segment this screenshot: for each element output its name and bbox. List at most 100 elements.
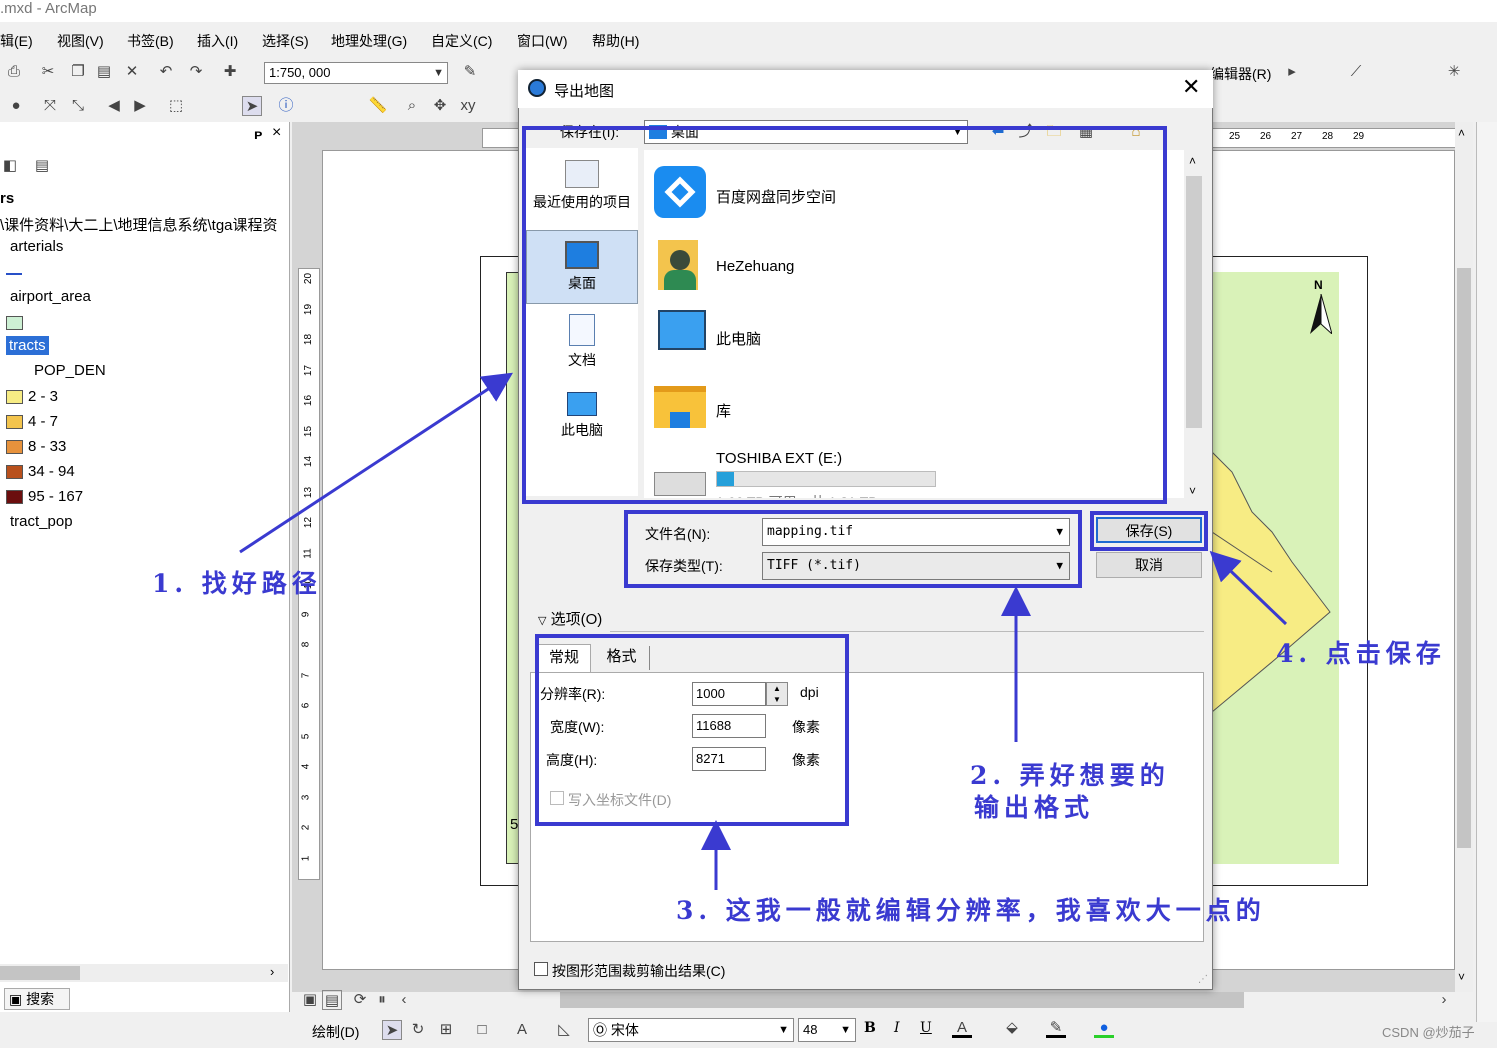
scrollbar-thumb[interactable]	[0, 966, 80, 980]
go-to-xy-icon[interactable]: ✥	[430, 96, 450, 116]
resize-grip-icon[interactable]: ⋰	[1198, 974, 1208, 985]
globe-icon[interactable]: ●	[6, 96, 26, 116]
chevron-down-icon[interactable]: ˅	[1189, 484, 1196, 498]
draw-menu[interactable]: 绘制(D)	[312, 1022, 359, 1042]
north-arrow-icon: N	[1308, 278, 1334, 336]
toc-hscrollbar[interactable]: ›	[0, 964, 288, 982]
rotate-icon[interactable]: ↻	[408, 1020, 428, 1040]
chevron-down-icon[interactable]: ▼	[840, 1019, 851, 1041]
xy-icon[interactable]: xy	[458, 96, 478, 116]
layer-tracts[interactable]: tracts	[6, 336, 49, 355]
class-swatch-5	[6, 490, 23, 504]
select-elements-icon[interactable]: ➤	[242, 96, 262, 116]
identify-icon[interactable]: ⓘ	[276, 96, 296, 116]
clip-output-checkbox[interactable]	[534, 962, 548, 976]
menu-customize[interactable]: 自定义(C)	[431, 31, 492, 51]
options-toggle[interactable]: ▽ 选项(O)	[538, 608, 602, 629]
back-extent-icon[interactable]: ◀	[104, 96, 124, 116]
chevron-up-icon[interactable]: ˄	[1458, 126, 1465, 140]
line-color-icon[interactable]: ✎	[1046, 1018, 1066, 1038]
ruler-tick-label: 1	[300, 855, 312, 861]
select-elements-icon[interactable]: ➤	[382, 1020, 402, 1040]
layer-airport-area[interactable]: airport_area	[10, 288, 91, 305]
menu-help[interactable]: 帮助(H)	[592, 31, 639, 51]
data-view-icon[interactable]: ▣	[300, 990, 320, 1010]
font-size-select[interactable]: 48 ▼	[798, 1018, 856, 1042]
marker-color-icon[interactable]: ●	[1094, 1018, 1114, 1038]
chevron-down-icon[interactable]: ˅	[1458, 970, 1465, 984]
copy-icon[interactable]: ❐	[68, 62, 88, 82]
font-name-value: 宋体	[610, 1022, 639, 1038]
layer-tract-pop[interactable]: tract_pop	[10, 513, 73, 530]
window-title: .mxd - ArcMap	[0, 0, 1497, 22]
scrollbar-thumb[interactable]	[1457, 268, 1471, 848]
fill-color-icon[interactable]: ⬙	[1002, 1018, 1022, 1038]
select-features-icon[interactable]: ⬚	[166, 96, 186, 116]
cancel-button[interactable]: 取消	[1096, 552, 1202, 578]
close-icon[interactable]: ✕	[1182, 74, 1200, 100]
ruler-tick-label: 11	[302, 547, 314, 559]
zoom-whole-page-icon[interactable]: ⊞	[436, 1020, 456, 1040]
chevron-down-icon[interactable]: ▼	[778, 1019, 789, 1041]
find-icon[interactable]: ⌕	[402, 96, 422, 116]
underline-button[interactable]: U	[920, 1020, 932, 1036]
class-label: 34 - 94	[28, 463, 75, 480]
file-list-scrollbar[interactable]: ˄ ˅	[1184, 150, 1204, 502]
refresh-icon[interactable]: ⟳	[350, 990, 370, 1010]
menu-edit[interactable]: 辑(E)	[0, 31, 33, 51]
chevron-up-icon[interactable]: ˄	[1189, 154, 1196, 168]
chevron-right-icon[interactable]: ›	[270, 964, 274, 979]
search-tab[interactable]: ▣ 搜索	[4, 988, 70, 1010]
chevron-right-icon[interactable]: ›	[1434, 990, 1454, 1010]
bold-button[interactable]: B	[864, 1020, 876, 1036]
forward-extent-icon[interactable]: ▶	[130, 96, 150, 116]
rectangle-icon[interactable]: □	[472, 1020, 492, 1040]
ruler-tick-label: 20	[303, 272, 315, 285]
font-color-icon[interactable]: A	[952, 1018, 972, 1038]
airport-area-symbol	[6, 316, 23, 330]
highlight-save-box	[1090, 511, 1208, 551]
zoom-out-fixed-icon[interactable]: ⤡	[68, 96, 88, 116]
list-by-source-icon[interactable]: ▤	[32, 156, 52, 176]
ruler-tick-label: 2	[300, 824, 312, 831]
pause-icon[interactable]: ⏸	[372, 990, 392, 1010]
editor-menu[interactable]: 编辑器(R)	[1210, 64, 1271, 84]
text-icon[interactable]: A	[512, 1020, 532, 1040]
undo-icon[interactable]: ↶	[156, 62, 176, 82]
map-scale-input[interactable]: 1:750, 000 ▼	[264, 62, 448, 84]
italic-button[interactable]: I	[894, 1020, 900, 1036]
zoom-in-fixed-icon[interactable]: ⤧	[40, 96, 60, 116]
redo-icon[interactable]: ↷	[186, 62, 206, 82]
add-data-icon[interactable]: ✚	[220, 62, 240, 82]
list-by-drawing-order-icon[interactable]: ◧	[0, 156, 20, 176]
pin-icon[interactable]: ᴘ	[254, 126, 263, 142]
menu-geoprocessing[interactable]: 地理处理(G)	[331, 31, 407, 51]
menu-windows[interactable]: 窗口(W)	[517, 31, 568, 51]
measure-icon[interactable]: 📏	[368, 96, 388, 116]
menu-insert[interactable]: 插入(I)	[197, 31, 238, 51]
chevron-down-icon[interactable]: ▼	[433, 63, 444, 83]
map-vscrollbar[interactable]: ˄ ˅	[1455, 122, 1473, 992]
hscrollbar-thumb[interactable]	[560, 992, 1244, 1008]
draw-shape-icon[interactable]: ◺	[554, 1020, 574, 1040]
chevron-left-icon[interactable]: ‹	[394, 990, 414, 1010]
menu-view[interactable]: 视图(V)	[57, 31, 104, 51]
sketch-icon[interactable]: ⟋	[1346, 62, 1366, 82]
scrollbar-thumb[interactable]	[1186, 176, 1202, 428]
layer-arterials[interactable]: arterials	[10, 238, 63, 255]
print-icon[interactable]: ⎙	[4, 62, 24, 82]
font-icon: Ⓞ	[593, 1022, 607, 1038]
snapping-icon[interactable]: ✳	[1444, 62, 1464, 82]
editor-toolbar-icon[interactable]: ✎	[460, 62, 480, 82]
menu-selection[interactable]: 选择(S)	[262, 31, 309, 51]
font-name-select[interactable]: Ⓞ 宋体 ▼	[588, 1018, 794, 1042]
menu-bookmarks[interactable]: 书签(B)	[127, 31, 174, 51]
delete-icon[interactable]: ✕	[122, 62, 142, 82]
paste-icon[interactable]: ▤	[94, 62, 114, 82]
data-source-path: \课件资料\大二上\地理信息系统\tga课程资	[0, 217, 278, 234]
close-icon[interactable]: ×	[272, 124, 281, 142]
cut-icon[interactable]: ✂	[38, 62, 58, 82]
edit-tool-icon[interactable]: ▸	[1282, 62, 1302, 82]
class-swatch-3	[6, 440, 23, 454]
layout-view-icon[interactable]: ▤	[322, 990, 342, 1010]
